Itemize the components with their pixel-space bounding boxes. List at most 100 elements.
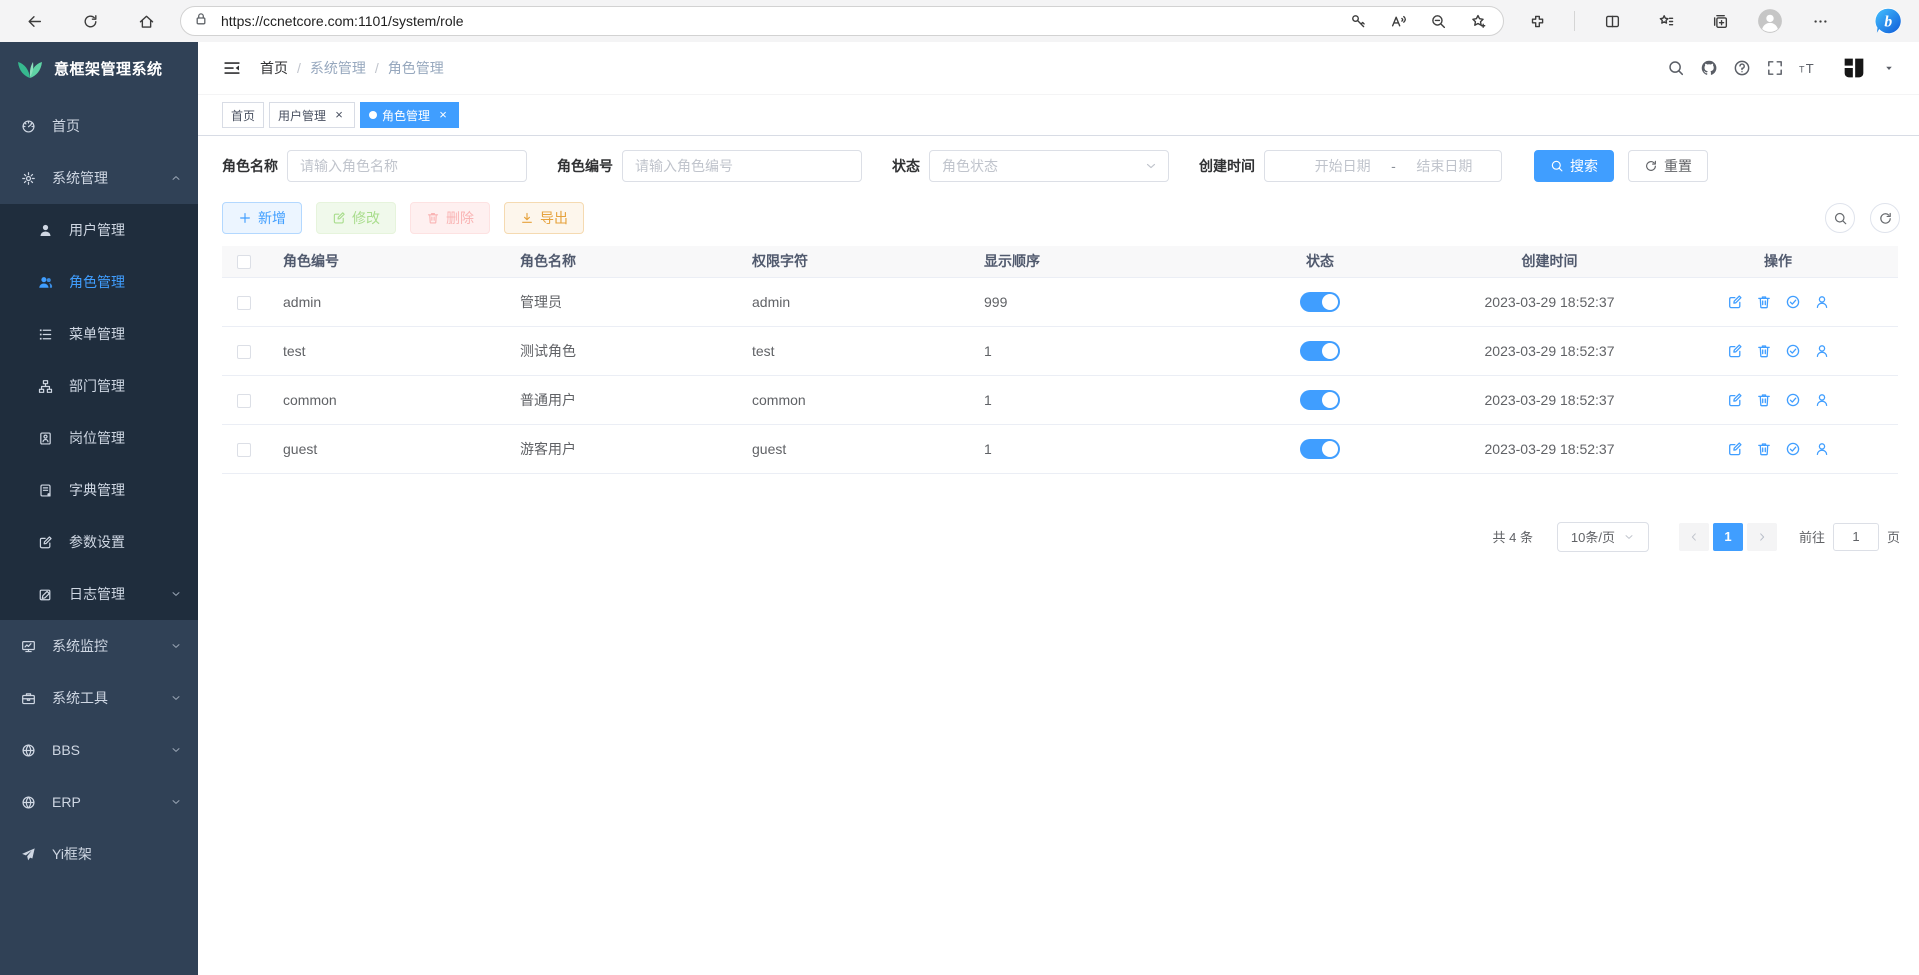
read-aloud-icon[interactable] [1381,4,1415,38]
display-order-cell: 1 [967,424,1199,473]
row-checkbox[interactable] [237,443,251,457]
sidebar-item-label: 系统监控 [52,636,170,656]
tab-user-mgmt[interactable]: 用户管理× [269,102,355,128]
row-edit-button[interactable] [1727,441,1743,457]
header-search-icon[interactable] [1667,59,1685,77]
status-select[interactable]: 角色状态 [929,150,1169,182]
add-favorite-star-icon[interactable] [1461,4,1495,38]
sidebar-item-dept-mgmt[interactable]: 部门管理 [0,360,198,412]
sidebar-item-param-settings[interactable]: 参数设置 [0,516,198,568]
browser-home-button[interactable] [124,4,168,38]
user-logo-avatar[interactable] [1840,54,1868,82]
zoom-indicator-icon[interactable] [1421,4,1455,38]
sidebar-item-label: 角色管理 [69,272,182,292]
status-toggle[interactable] [1300,341,1340,361]
sidebar-item-yi-framework[interactable]: Yi框架 [0,828,198,880]
row-edit-button[interactable] [1727,343,1743,359]
sidebar-item-bbs[interactable]: BBS [0,724,198,776]
prev-page-button[interactable] [1679,523,1709,551]
edit-square-icon [38,535,53,550]
status-toggle[interactable] [1300,292,1340,312]
extensions-icon[interactable] [1520,4,1554,38]
sidebar-item-system-tools[interactable]: 系统工具 [0,672,198,724]
status-toggle[interactable] [1300,390,1340,410]
row-delete-button[interactable] [1756,392,1772,408]
status-toggle[interactable] [1300,439,1340,459]
browser-refresh-button[interactable] [68,4,112,38]
sidebar-item-system-mgmt[interactable]: 系统管理 [0,152,198,204]
row-data-scope-button[interactable] [1785,392,1801,408]
breadcrumb-item[interactable]: 首页 [260,58,288,78]
row-checkbox[interactable] [237,345,251,359]
row-data-scope-button[interactable] [1785,441,1801,457]
select-all-checkbox[interactable] [237,255,251,269]
settings-more-icon[interactable] [1803,4,1837,38]
address-bar[interactable]: https://ccnetcore.com:1101/system/role [180,6,1504,36]
split-screen-icon[interactable] [1595,4,1629,38]
row-delete-button[interactable] [1756,441,1772,457]
trash-icon [1756,343,1772,359]
row-delete-button[interactable] [1756,343,1772,359]
sidebar-item-erp[interactable]: ERP [0,776,198,828]
role-name-input[interactable] [287,150,527,182]
sidebar-item-log-mgmt[interactable]: 日志管理 [0,568,198,620]
refresh-table-button[interactable] [1870,203,1900,233]
row-data-scope-button[interactable] [1785,343,1801,359]
row-assign-user-button[interactable] [1814,441,1830,457]
tab-home[interactable]: 首页 [222,102,264,128]
row-data-scope-button[interactable] [1785,294,1801,310]
role-code-input[interactable] [622,150,862,182]
row-delete-button[interactable] [1756,294,1772,310]
sidebar-item-dict-mgmt[interactable]: 字典管理 [0,464,198,516]
close-icon[interactable]: × [332,108,346,122]
page-unit-label: 页 [1887,527,1900,546]
search-button[interactable]: 搜索 [1534,150,1614,182]
next-page-button[interactable] [1747,523,1777,551]
row-assign-user-button[interactable] [1814,392,1830,408]
sidebar-item-menu-mgmt[interactable]: 菜单管理 [0,308,198,360]
copilot-icon[interactable]: b [1873,6,1903,36]
row-checkbox[interactable] [237,296,251,310]
row-assign-user-button[interactable] [1814,343,1830,359]
sidebar-item-home[interactable]: 首页 [0,100,198,152]
add-button[interactable]: 新增 [222,202,302,234]
app-logo[interactable]: 意框架管理系统 [0,42,198,94]
help-icon[interactable] [1733,59,1751,77]
fullscreen-icon[interactable] [1766,59,1784,77]
filter-actions: 搜索 重置 [1534,150,1708,182]
font-size-icon[interactable]: TT [1799,59,1817,77]
edit-button[interactable]: 修改 [316,202,396,234]
favorites-hub-icon[interactable] [1649,4,1683,38]
row-checkbox[interactable] [237,394,251,408]
row-edit-button[interactable] [1727,392,1743,408]
sidebar-item-post-mgmt[interactable]: 岗位管理 [0,412,198,464]
sidebar-collapse-icon[interactable] [222,58,242,78]
delete-button[interactable]: 删除 [410,202,490,234]
date-range-picker[interactable]: 开始日期 - 结束日期 [1264,150,1502,182]
profile-avatar[interactable] [1757,8,1783,34]
submenu-system-mgmt: 用户管理角色管理菜单管理部门管理岗位管理字典管理参数设置日志管理 [0,204,198,620]
reset-button[interactable]: 重置 [1628,150,1708,182]
column-header: 操作 [1658,246,1898,277]
user-caret-down-icon[interactable] [1883,62,1895,74]
sidebar-item-user-mgmt[interactable]: 用户管理 [0,204,198,256]
ops-cell [1658,424,1898,473]
toggle-search-button[interactable] [1825,203,1855,233]
site-lock-icon[interactable] [193,11,213,31]
row-assign-user-button[interactable] [1814,294,1830,310]
browser-back-button[interactable] [12,4,56,38]
github-icon[interactable] [1700,59,1718,77]
collections-icon[interactable] [1703,4,1737,38]
tab-role-mgmt[interactable]: 角色管理× [360,102,459,128]
close-icon[interactable]: × [436,108,450,122]
goto-page-input[interactable] [1833,523,1879,551]
assign-user-icon [1814,343,1830,359]
export-button[interactable]: 导出 [504,202,584,234]
page-size-select[interactable]: 10条/页 [1557,522,1649,552]
row-edit-button[interactable] [1727,294,1743,310]
page-1-button[interactable]: 1 [1713,523,1743,551]
sidebar-item-system-monitor[interactable]: 系统监控 [0,620,198,672]
row-select-cell [222,424,266,473]
sidebar-item-role-mgmt[interactable]: 角色管理 [0,256,198,308]
password-key-icon[interactable] [1341,4,1375,38]
